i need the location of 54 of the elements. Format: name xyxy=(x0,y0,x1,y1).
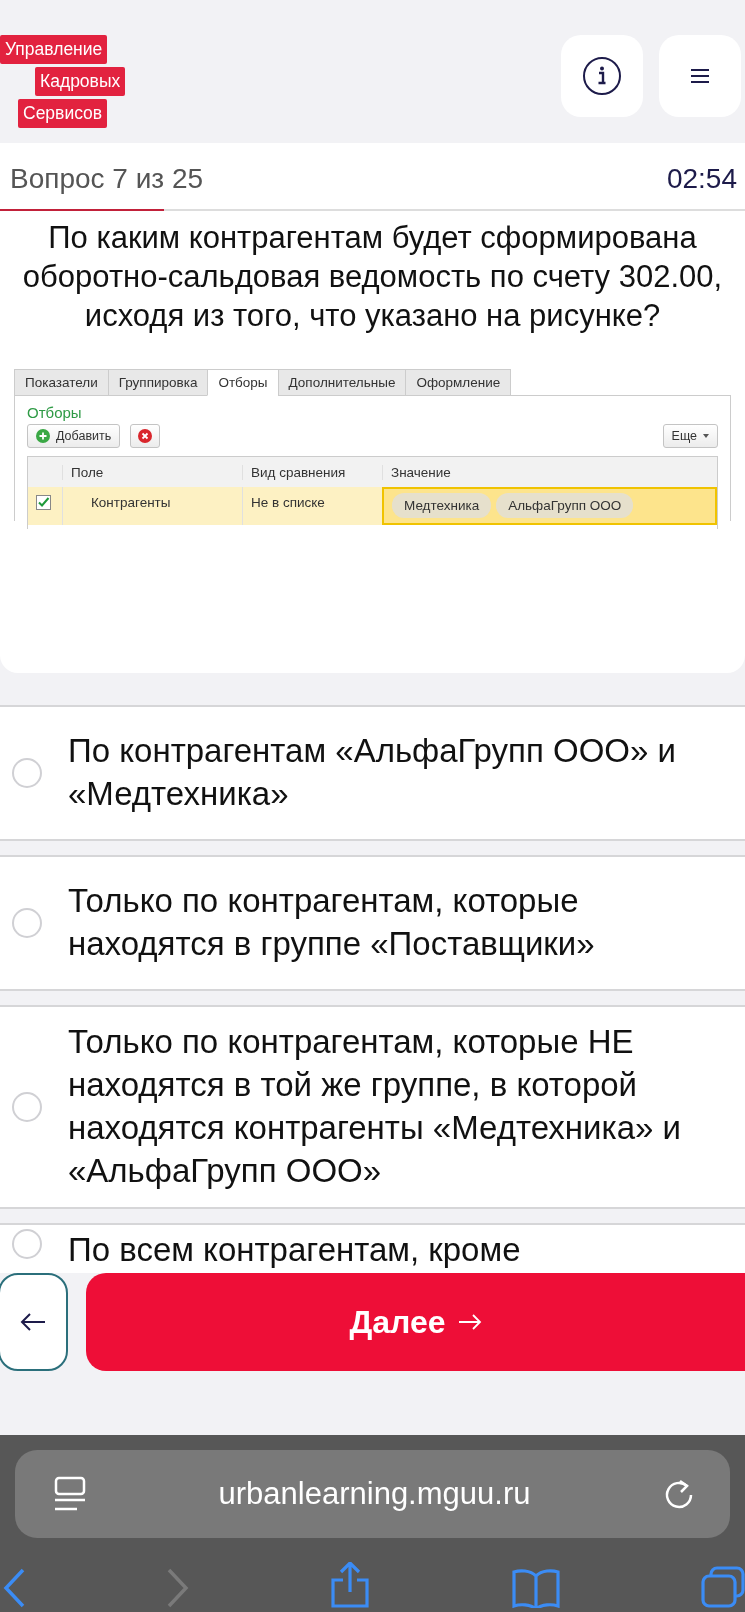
menu-icon xyxy=(690,68,710,84)
option-text: По контрагентам «АльфаГрупп ООО» и «Медтехника» xyxy=(68,731,677,814)
url-text: urbanlearning.mguu.ru xyxy=(217,1476,532,1512)
section-title: Отборы xyxy=(27,404,83,422)
tab[interactable]: Дополнительные xyxy=(277,369,407,397)
option-text: По всем контрагентам, кроме xyxy=(68,1229,521,1270)
column-header: Поле xyxy=(62,464,242,480)
column-header: Вид сравнения xyxy=(242,464,382,480)
value-token: АльфаГрупп ООО xyxy=(496,493,634,519)
timer: 02:54 xyxy=(666,163,737,195)
right-arrow-icon xyxy=(457,1314,482,1331)
radio-button[interactable] xyxy=(12,758,42,788)
answer-option[interactable]: Только по контрагентам, которые НЕ находятся в той же группе, в которой находятся контрагенты «Медтехника» и «АльфаГрупп ООО» xyxy=(0,1005,745,1209)
menu-button[interactable] xyxy=(659,35,741,117)
caret-icon xyxy=(703,434,709,439)
radio-button[interactable] xyxy=(12,1228,42,1259)
more-button[interactable]: Еще xyxy=(662,424,718,449)
tabs-icon[interactable] xyxy=(701,1566,745,1608)
address-bar[interactable]: urbanlearning.mguu.ru xyxy=(15,1450,730,1538)
reader-icon xyxy=(53,1476,87,1512)
table-cell: Контрагенты xyxy=(62,487,242,526)
back-icon[interactable] xyxy=(3,1568,25,1608)
tab[interactable]: Оформление xyxy=(405,369,512,397)
option-text: Только по контрагентам, которые НЕ находятся в той же группе, в которой находятся контрагенты «Медтехника» и «АльфаГрупп ООО» xyxy=(68,1022,682,1191)
next-button[interactable]: Далее xyxy=(86,1273,745,1372)
tab[interactable]: Отборы xyxy=(207,369,279,397)
answer-option[interactable]: По контрагентам «АльфаГрупп ООО» и «Медтехника» xyxy=(0,705,745,841)
info-icon xyxy=(582,56,622,96)
logo-text: Кадровых xyxy=(35,67,126,96)
checkbox[interactable] xyxy=(36,495,51,511)
answer-option[interactable]: По всем контрагентам, кроме xyxy=(0,1222,745,1274)
value-field[interactable]: Медтехника АльфаГрупп ООО xyxy=(382,487,717,526)
question-text: По каким контрагентам будет сформирована оборотно-сальдовая ведомость по счету 302.00, исходя из того, что указано на рисунке? xyxy=(21,219,724,335)
share-icon[interactable] xyxy=(330,1562,370,1608)
option-text: Только по контрагентам, которые находятся в группе «Поставщики» xyxy=(68,881,596,964)
back-button[interactable] xyxy=(0,1273,68,1372)
question-counter: Вопрос 7 из 25 xyxy=(10,163,204,195)
left-arrow-icon xyxy=(20,1313,46,1332)
close-icon xyxy=(138,429,153,444)
tab[interactable]: Показатели xyxy=(14,369,109,397)
plus-icon xyxy=(36,429,50,444)
logo-text: Сервисов xyxy=(18,99,108,128)
info-button[interactable] xyxy=(561,35,643,117)
answer-option[interactable]: Только по контрагентам, которые находятся в группе «Поставщики» xyxy=(0,855,745,991)
radio-button[interactable] xyxy=(12,908,42,938)
forward-icon[interactable] xyxy=(166,1568,189,1608)
add-button[interactable]: Добавить xyxy=(27,424,121,449)
logo-text: Управление xyxy=(0,35,108,64)
tab[interactable]: Группировка xyxy=(107,369,209,397)
book-icon[interactable] xyxy=(511,1568,560,1608)
radio-button[interactable] xyxy=(12,1091,42,1122)
column-header: Значение xyxy=(382,464,717,480)
delete-button[interactable] xyxy=(130,424,161,449)
value-token: Медтехника xyxy=(392,493,492,519)
